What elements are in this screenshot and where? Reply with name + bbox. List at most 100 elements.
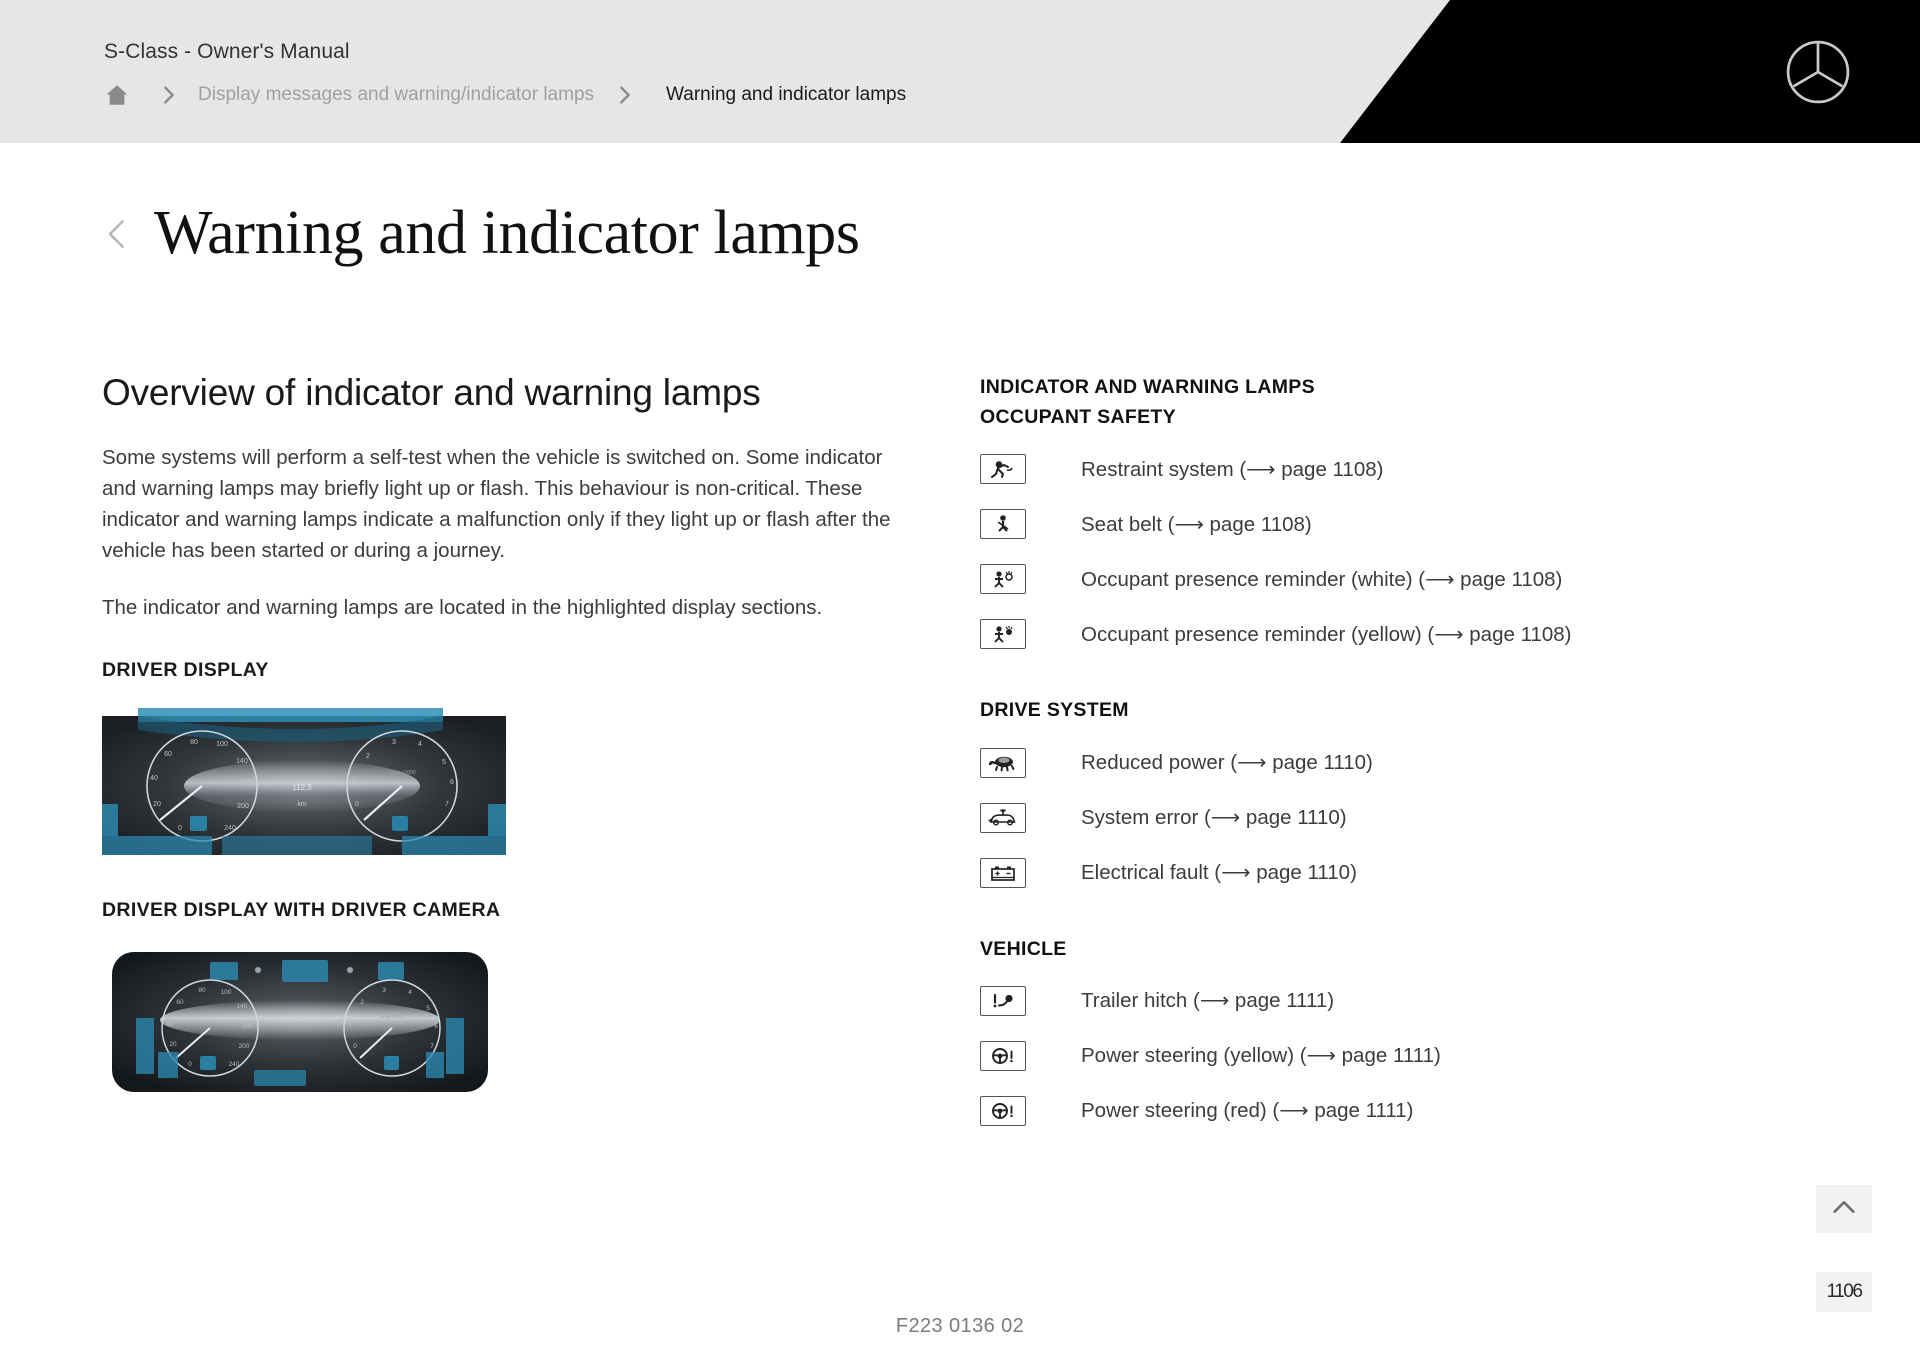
svg-text:20: 20	[169, 1041, 177, 1048]
power-steering-yellow-lamp-icon	[980, 1040, 1026, 1071]
svg-text:200: 200	[239, 1043, 250, 1050]
left-column: Overview of indicator and warning lamps …	[102, 372, 914, 1096]
section-heading: Overview of indicator and warning lamps	[102, 372, 761, 413]
lamps-overview-title: INDICATOR AND WARNING LAMPS	[980, 376, 1315, 398]
svg-text:80: 80	[198, 987, 206, 994]
trailer-hitch-lamp-icon	[980, 985, 1026, 1016]
chevron-right-icon-1	[150, 84, 188, 106]
page-number-badge[interactable]: 1106	[1816, 1272, 1872, 1312]
occupant-presence-reminder-yellow-lamp-icon	[980, 619, 1026, 650]
electrical-fault-battery-lamp-icon	[980, 857, 1026, 888]
lamp-row[interactable]: Power steering (red) (⟶ page 1111)	[980, 1095, 1740, 1126]
document-page: S-Class - Owner's Manual Display message…	[0, 0, 1920, 1358]
figure-code: F223 0136 02	[895, 1315, 1025, 1337]
svg-text:112.3: 112.3	[292, 783, 312, 792]
svg-text:0: 0	[355, 801, 359, 808]
svg-text:240: 240	[224, 825, 236, 832]
svg-text:160: 160	[243, 1023, 254, 1030]
scroll-to-top-button[interactable]	[1816, 1185, 1872, 1233]
lamp-label: Occupant presence reminder (yellow) (⟶ p…	[1081, 622, 1572, 646]
svg-text:3: 3	[382, 987, 386, 994]
page-header: S-Class - Owner's Manual Display message…	[0, 0, 1920, 143]
svg-text:200: 200	[237, 803, 249, 810]
svg-text:0: 0	[178, 825, 182, 832]
svg-text:20: 20	[153, 801, 161, 808]
intro-paragraph-2: The indicator and warning lamps are loca…	[102, 595, 823, 619]
lamp-row[interactable]: Seat belt (⟶ page 1108)	[980, 509, 1740, 540]
svg-text:60: 60	[164, 751, 172, 758]
occupant-presence-reminder-white-lamp-icon	[980, 564, 1026, 595]
manual-title: S-Class - Owner's Manual	[104, 40, 350, 63]
svg-text:2: 2	[366, 753, 370, 760]
svg-text:60: 60	[176, 999, 184, 1006]
chevron-right-icon-2	[606, 84, 644, 106]
svg-text:km: km	[297, 801, 307, 808]
lamp-label: Restraint system (⟶ page 1108)	[1081, 457, 1384, 481]
chevron-left-icon[interactable]	[100, 217, 134, 256]
breadcrumb-parent-link[interactable]: Display messages and warning/indicator l…	[198, 84, 594, 106]
svg-text:1: 1	[352, 777, 356, 784]
breadcrumb: Display messages and warning/indicator l…	[104, 82, 906, 108]
lamp-list-occupant-safety: Restraint system (⟶ page 1108) Seat belt…	[980, 454, 1740, 650]
lamp-row[interactable]: Electrical fault (⟶ page 1110)	[980, 857, 1740, 888]
group-title-vehicle: VEHICLE	[980, 937, 1067, 960]
breadcrumb-current: Warning and indicator lamps	[666, 84, 907, 105]
group-title-occupant-safety: OCCUPANT SAFETY	[980, 406, 1176, 429]
svg-text:40: 40	[150, 775, 158, 782]
svg-text:100: 100	[221, 989, 232, 996]
lamp-label: Electrical fault (⟶ page 1110)	[1081, 861, 1357, 885]
lamp-label: Occupant presence reminder (white) (⟶ pa…	[1081, 567, 1563, 591]
mercedes-benz-star-logo	[1786, 40, 1850, 104]
lamp-label: Reduced power (⟶ page 1110)	[1081, 751, 1373, 775]
seat-belt-lamp-icon	[980, 509, 1026, 540]
figure1-caption: DRIVER DISPLAY	[102, 658, 269, 681]
svg-text:1: 1	[348, 1021, 352, 1028]
group-title-drive-system: DRIVE SYSTEM	[980, 699, 1129, 722]
chevron-up-icon	[1830, 1193, 1858, 1226]
lamp-row[interactable]: System error (⟶ page 1110)	[980, 802, 1740, 833]
svg-text:7: 7	[445, 801, 449, 808]
svg-text:160: 160	[243, 779, 255, 786]
reduced-power-turtle-lamp-icon	[980, 747, 1026, 778]
lamp-row[interactable]: Reduced power (⟶ page 1110)	[980, 747, 1740, 778]
lamp-label: Power steering (yellow) (⟶ page 1111)	[1081, 1044, 1441, 1068]
svg-text:0: 0	[353, 1043, 357, 1050]
lamp-row[interactable]: Trailer hitch (⟶ page 1111)	[980, 985, 1740, 1016]
svg-text:4: 4	[418, 741, 422, 748]
lamp-row[interactable]: Power steering (yellow) (⟶ page 1111)	[980, 1040, 1740, 1071]
restraint-system-lamp-icon	[980, 454, 1026, 485]
lamp-row[interactable]: Occupant presence reminder (white) (⟶ pa…	[980, 564, 1740, 595]
svg-text:5: 5	[426, 1005, 430, 1012]
brand-panel	[1340, 0, 1920, 143]
lamp-row[interactable]: Occupant presence reminder (yellow) (⟶ p…	[980, 619, 1740, 650]
page-title: Warning and indicator lamps	[154, 199, 860, 267]
power-steering-red-lamp-icon	[980, 1095, 1026, 1126]
system-error-car-wrench-lamp-icon	[980, 802, 1026, 833]
svg-text:40: 40	[166, 1021, 174, 1028]
svg-text:80: 80	[190, 739, 198, 746]
svg-text:3: 3	[392, 739, 396, 746]
svg-text:0: 0	[188, 1061, 192, 1068]
svg-text:1/min x1000: 1/min x1000	[379, 1014, 404, 1019]
intro-paragraph-1: Some systems will perform a self-test wh…	[102, 446, 891, 563]
svg-text:140: 140	[237, 1003, 248, 1010]
lamp-list-drive-system: Reduced power (⟶ page 1110) System error…	[980, 747, 1740, 888]
lamp-list-vehicle: Trailer hitch (⟶ page 1111) Power steeri…	[980, 985, 1740, 1126]
lamp-row[interactable]: Restraint system (⟶ page 1108)	[980, 454, 1740, 485]
svg-text:240: 240	[229, 1061, 240, 1068]
driver-display-cluster-image: 80 100 60 140 40 160 20 200 0 240 3 4 2 5 1 6 0 7	[102, 707, 914, 863]
svg-text:6: 6	[450, 779, 454, 786]
lamp-label: System error (⟶ page 1110)	[1081, 806, 1347, 830]
svg-text:1/min x1000: 1/min x1000	[388, 770, 415, 776]
lamp-label: Power steering (red) (⟶ page 1111)	[1081, 1099, 1414, 1123]
svg-text:2: 2	[360, 999, 364, 1006]
home-icon[interactable]	[104, 82, 130, 108]
svg-text:4: 4	[408, 989, 412, 996]
right-column: INDICATOR AND WARNING LAMPS OCCUPANT SAF…	[980, 372, 1740, 1151]
svg-text:6: 6	[434, 1023, 438, 1030]
svg-text:100: 100	[216, 741, 228, 748]
lamp-label: Seat belt (⟶ page 1108)	[1081, 512, 1312, 536]
svg-text:140: 140	[236, 758, 248, 765]
svg-text:7: 7	[430, 1043, 434, 1050]
lamp-label: Trailer hitch (⟶ page 1111)	[1081, 989, 1335, 1013]
